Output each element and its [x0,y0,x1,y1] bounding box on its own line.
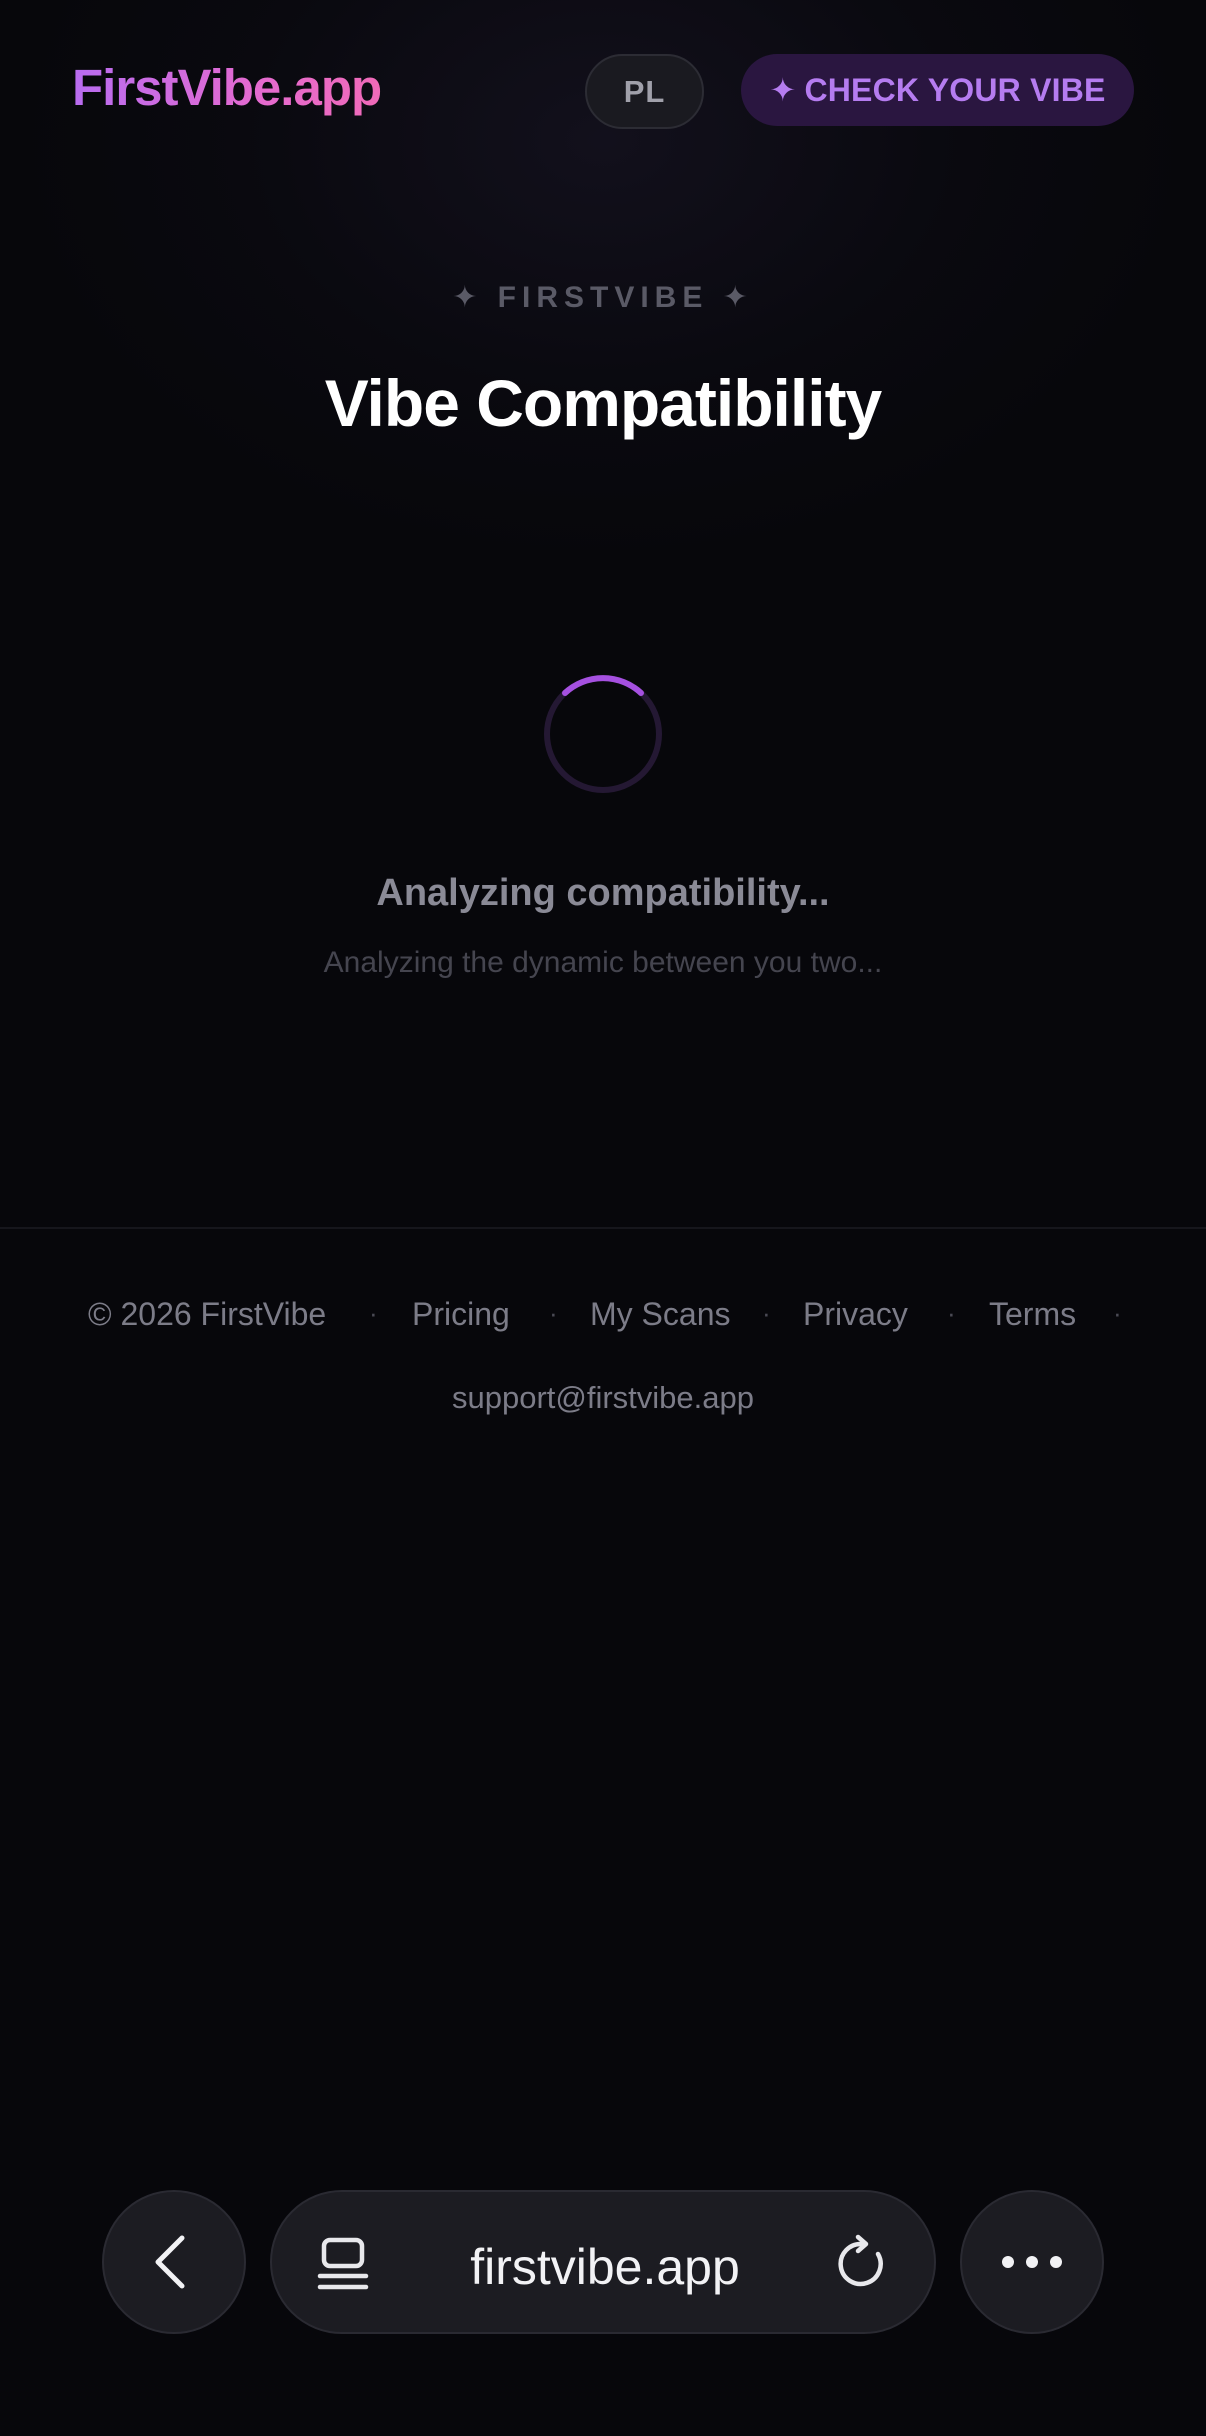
loading-title: Analyzing compatibility... [376,872,830,914]
page: FirstVibe.app PL ✦ CHECK YOUR VIBE ✦ FIR… [0,0,1206,2436]
separator: · [549,1298,558,1328]
address-bar[interactable]: firstvibe.app [270,2190,936,2334]
footer-divider [0,1227,1206,1229]
loading-subtitle: Analyzing the dynamic between you two... [323,946,883,979]
footer-link-terms[interactable]: Terms [989,1296,1076,1333]
sparkle-icon: ✦ [769,72,797,108]
footer-link-pricing[interactable]: Pricing [412,1296,510,1333]
check-your-vibe-button[interactable]: ✦ CHECK YOUR VIBE [741,54,1134,126]
separator: · [369,1298,378,1328]
separator: · [762,1298,771,1328]
footer-link-privacy[interactable]: Privacy [803,1296,908,1333]
separator: · [1113,1298,1122,1328]
page-title: Vibe Compatibility [324,366,883,440]
language-button[interactable]: PL [585,54,704,129]
reload-icon[interactable] [832,2234,892,2294]
copyright: © 2026 FirstVibe [88,1296,327,1332]
ellipsis-icon [1002,2256,1062,2268]
cta-label: CHECK YOUR VIBE [804,71,1106,108]
support-email-link[interactable]: support@firstvibe.app [0,1380,1206,1416]
eyebrow-label: ✦ FIRSTVIBE ✦ [452,281,754,314]
chevron-left-icon [155,2235,185,2289]
footer-link-my-scans[interactable]: My Scans [590,1296,730,1333]
loading-spinner-icon [544,675,662,793]
logo[interactable]: FirstVibe.app [72,58,382,117]
more-button[interactable] [960,2190,1104,2334]
separator: · [947,1298,956,1328]
footer-links: © 2026 FirstVibe · Pricing · My Scans · … [0,1296,1206,1336]
back-button[interactable] [102,2190,246,2334]
